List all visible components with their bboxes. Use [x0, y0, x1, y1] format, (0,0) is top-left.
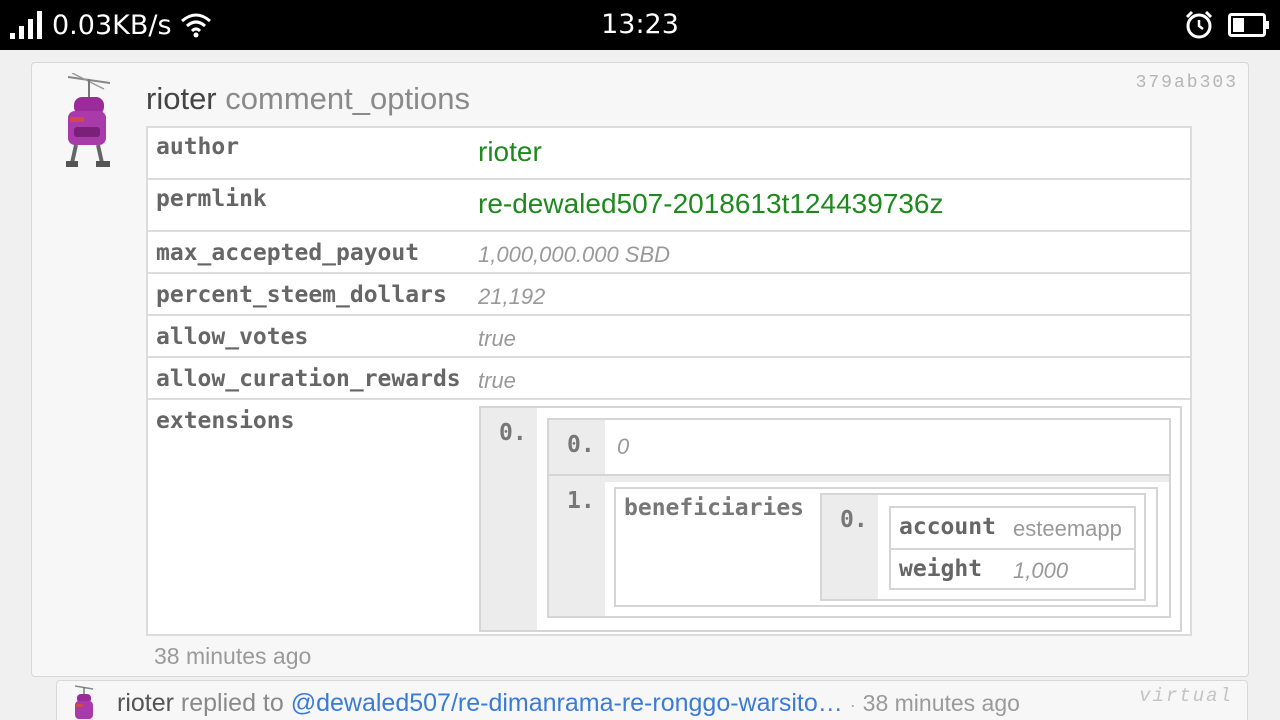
- key-percent: percent_steem_dollars: [156, 282, 447, 308]
- value-max-payout: 1,000,000.000 SBD: [478, 242, 671, 267]
- extensions-array: 0. 0. 0 1. beneficiaries 0. account este…: [479, 406, 1182, 632]
- next-operation-card: rioter replied to @dewaled507/re-dimanra…: [56, 680, 1248, 720]
- value-allow-curation: true: [478, 368, 516, 393]
- extension-index-0: 0.: [567, 432, 595, 458]
- alarm-icon: [1185, 10, 1213, 39]
- signal-icon: [10, 11, 42, 39]
- next-separator: ·: [849, 695, 856, 715]
- operation-time-ago[interactable]: 38 minutes ago: [154, 643, 311, 670]
- operation-title: rioter comment_options: [146, 81, 470, 117]
- value-permlink[interactable]: re-dewaled507-2018613t124439736z: [478, 188, 944, 220]
- row-max-payout: max_accepted_payout 1,000,000.000 SBD: [148, 232, 1190, 274]
- virtual-tag: virtual: [1139, 685, 1233, 707]
- extension-item: 0. 0 1. beneficiaries 0. account esteema…: [547, 418, 1171, 618]
- row-allow-curation: allow_curation_rewards true: [148, 358, 1190, 400]
- key-permlink: permlink: [156, 186, 267, 212]
- next-replied-to: replied to: [180, 689, 284, 717]
- value-account: esteemapp: [1013, 516, 1122, 541]
- extension-divider-gap: [549, 476, 1169, 482]
- value-percent: 21,192: [478, 284, 546, 309]
- value-author[interactable]: rioter: [478, 136, 542, 168]
- robot-avatar-small-icon[interactable]: [69, 684, 99, 720]
- network-speed: 0.03KB/s: [52, 9, 172, 41]
- next-operation-summary: rioter replied to @dewaled507/re-dimanra…: [117, 689, 1020, 718]
- status-bar: 0.03KB/s 13:23: [0, 0, 1280, 50]
- next-permlink-link[interactable]: @dewaled507/re-dimanrama-re-ronggo-warsi…: [291, 689, 843, 717]
- operation-table: author rioter permlink re-dewaled507-201…: [146, 126, 1192, 636]
- beneficiaries-object: beneficiaries 0. account esteemapp weigh…: [614, 487, 1158, 607]
- robot-avatar-icon[interactable]: [54, 73, 124, 169]
- battery-icon: [1228, 13, 1269, 37]
- row-author: author rioter: [148, 128, 1190, 180]
- transaction-id[interactable]: 379ab303: [1136, 73, 1238, 93]
- extension-index-1: 1.: [567, 488, 595, 514]
- key-author: author: [156, 134, 240, 160]
- key-beneficiaries: beneficiaries: [624, 495, 805, 521]
- key-account: account: [899, 514, 996, 540]
- row-permlink: permlink re-dewaled507-2018613t124439736…: [148, 180, 1190, 232]
- value-allow-votes: true: [478, 326, 516, 351]
- key-max-payout: max_accepted_payout: [156, 240, 420, 266]
- operation-card: 379ab303 rioter comment_options author r…: [31, 62, 1249, 677]
- extension-value-0: 0: [617, 434, 630, 459]
- op-author[interactable]: rioter: [146, 81, 217, 116]
- row-percent: percent_steem_dollars 21,192: [148, 274, 1190, 316]
- status-left: 0.03KB/s: [10, 0, 212, 50]
- beneficiary-entry: account esteemapp weight 1,000: [889, 506, 1136, 590]
- row-allow-votes: allow_votes true: [148, 316, 1190, 358]
- key-allow-votes: allow_votes: [156, 324, 309, 350]
- wifi-icon: [180, 13, 211, 38]
- extensions-index-0: 0.: [499, 420, 527, 446]
- next-author[interactable]: rioter: [117, 689, 174, 717]
- key-allow-curation: allow_curation_rewards: [156, 366, 461, 392]
- row-extensions: extensions 0. 0. 0 1. beneficiaries 0. a…: [148, 400, 1190, 634]
- value-weight: 1,000: [1013, 558, 1069, 583]
- status-right: [1184, 0, 1270, 50]
- op-type: comment_options: [225, 81, 470, 116]
- beneficiaries-array: 0. account esteemapp weight 1,000: [820, 493, 1146, 601]
- next-time-ago[interactable]: 38 minutes ago: [863, 690, 1020, 716]
- beneficiary-divider: [891, 548, 1134, 550]
- key-extensions: extensions: [156, 408, 295, 434]
- beneficiary-index-0: 0.: [840, 507, 868, 533]
- key-weight: weight: [899, 556, 983, 582]
